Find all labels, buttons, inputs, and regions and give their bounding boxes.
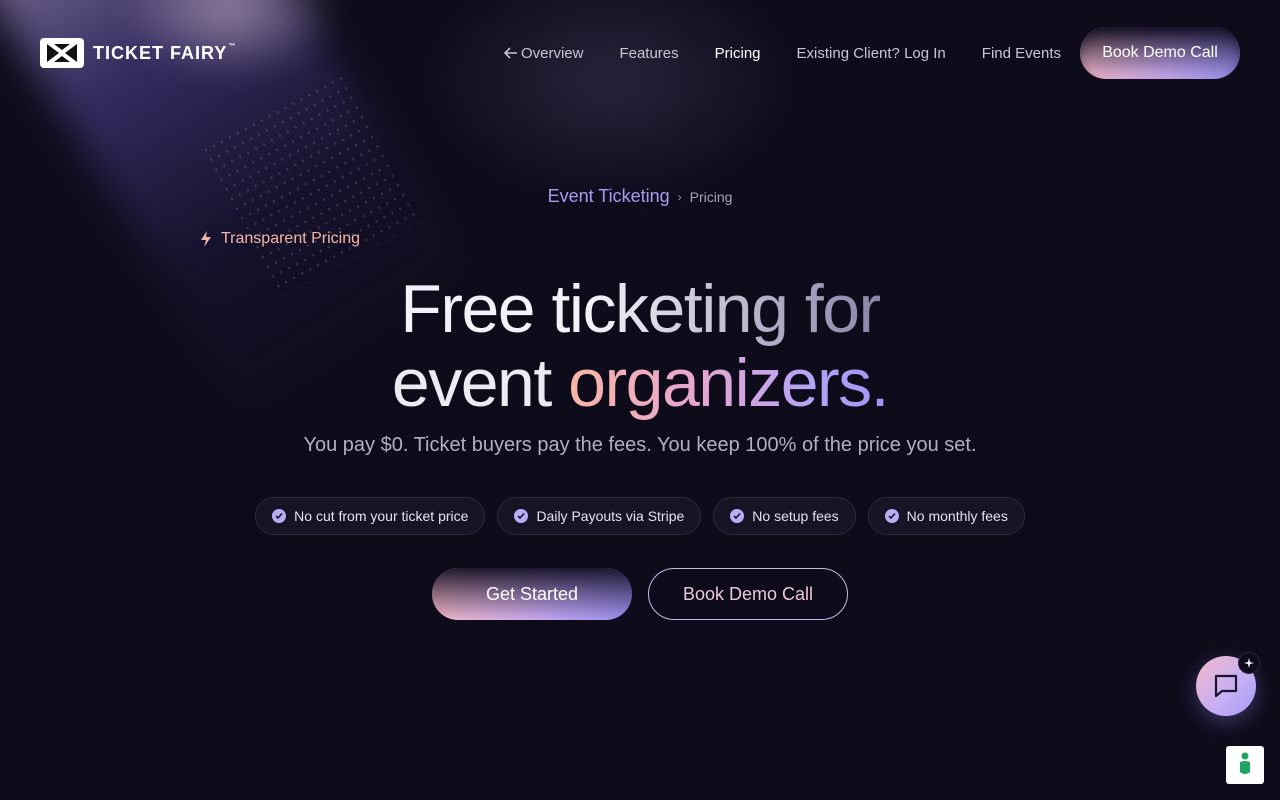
breadcrumb-current: Pricing xyxy=(689,188,733,205)
feature-chip-label: Daily Payouts via Stripe xyxy=(536,508,685,524)
feature-chips: No cut from your ticket price Daily Payo… xyxy=(0,497,1280,535)
logo[interactable]: TICKET FAIRY™ xyxy=(40,38,236,68)
nav-find-events-link[interactable]: Find Events xyxy=(982,45,1061,62)
feature-chip-label: No setup fees xyxy=(752,508,839,524)
chat-bubble-icon xyxy=(1214,674,1238,698)
check-circle-icon xyxy=(272,509,287,523)
feature-chip-label: No cut from your ticket price xyxy=(294,508,469,524)
nav-pricing-link[interactable]: Pricing xyxy=(715,45,761,62)
check-circle-icon xyxy=(730,509,745,523)
get-started-label: Get Started xyxy=(485,583,579,604)
top-navigation-bar: TICKET FAIRY™ Overview Features Pricing … xyxy=(40,27,1240,79)
sparkle-dots-decoration xyxy=(199,72,421,298)
book-demo-call-label: Book Demo Call xyxy=(1102,44,1218,61)
accessibility-person-icon xyxy=(1240,752,1250,774)
transparent-pricing-badge: Transparent Pricing xyxy=(199,230,360,248)
headline-line-2-highlight: organizers. xyxy=(568,345,889,421)
check-circle-icon xyxy=(884,509,899,523)
headline-line-2-start: event xyxy=(391,345,569,421)
breadcrumb-event-ticketing-link[interactable]: Event Ticketing xyxy=(548,186,670,207)
book-demo-call-button[interactable]: Book Demo Call xyxy=(648,568,848,620)
ticket-fairy-logo-icon xyxy=(40,38,84,68)
main-nav: Overview Features Pricing Existing Clien… xyxy=(503,27,1240,79)
hero-headline: Free ticketing for event organizers. xyxy=(0,272,1280,420)
feature-chip-label: No monthly fees xyxy=(906,508,1008,524)
badge-label: Transparent Pricing xyxy=(221,230,361,247)
breadcrumb: Event Ticketing › Pricing xyxy=(0,186,1280,207)
cta-row: Get Started Book Demo Call xyxy=(0,568,1280,620)
brand-name: TICKET FAIRY™ xyxy=(93,42,237,63)
arrow-left-icon xyxy=(503,47,517,59)
hero-subtitle: You pay $0. Ticket buyers pay the fees. … xyxy=(303,434,977,456)
nav-overview-label: Overview xyxy=(520,44,584,62)
check-circle-icon xyxy=(514,509,529,523)
book-demo-call-button-header[interactable]: Book Demo Call xyxy=(1080,27,1240,79)
page: TICKET FAIRY™ Overview Features Pricing … xyxy=(0,0,1280,800)
headline-line-1: Free ticketing for xyxy=(400,271,881,347)
feature-chip: No cut from your ticket price xyxy=(255,497,486,535)
feature-chip: No setup fees xyxy=(713,497,856,535)
nav-overview-link[interactable]: Overview xyxy=(503,44,584,62)
breadcrumb-separator: › xyxy=(677,189,682,204)
sparkle-icon xyxy=(1238,652,1260,674)
nav-features-link[interactable]: Features xyxy=(619,45,678,62)
nav-login-link[interactable]: Existing Client? Log In xyxy=(797,45,946,62)
get-started-button[interactable]: Get Started xyxy=(432,568,632,620)
feature-chip: Daily Payouts via Stripe xyxy=(497,497,702,535)
feature-chip: No monthly fees xyxy=(867,497,1025,535)
cookie-settings-button[interactable] xyxy=(1226,746,1264,784)
lightning-icon xyxy=(201,231,211,247)
